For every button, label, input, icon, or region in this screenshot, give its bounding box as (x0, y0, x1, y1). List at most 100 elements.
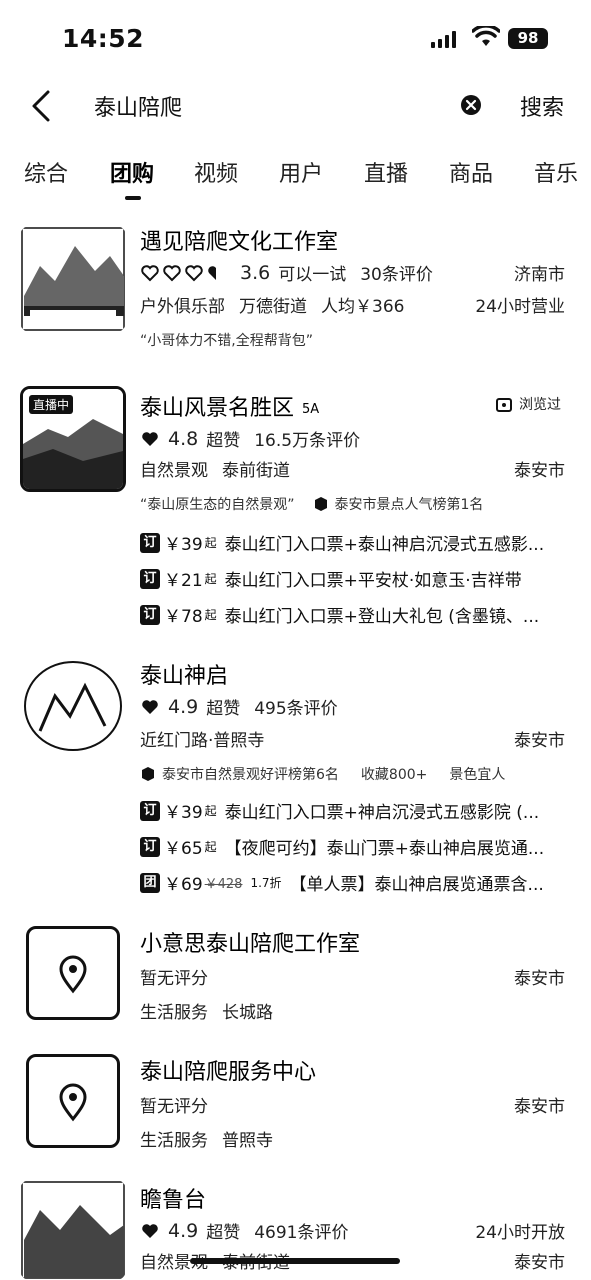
rating-row: 4.9 超赞 495条评价 (140, 694, 565, 719)
deal-original-price: ￥428 (204, 877, 243, 892)
info-row: 户外俱乐部 万德街道 人均￥366 24小时营业 (140, 292, 565, 317)
tab-video[interactable]: 视频 (194, 156, 238, 188)
result-title: 泰山神启 (140, 664, 229, 689)
deal-row[interactable]: 订 ￥65 起 【夜爬可约】泰山门票+泰山神启展览通... (140, 834, 570, 859)
result-thumbnail (26, 926, 120, 1020)
category: 生活服务 (140, 1131, 208, 1151)
result-thumbnail: 直播中 (20, 386, 126, 492)
deal-badge: 团 (140, 872, 160, 893)
tab-group-buy[interactable]: 团购 (110, 156, 154, 188)
live-badge: 直播中 (29, 395, 74, 414)
deal-price: ￥65 (164, 839, 203, 859)
home-indicator[interactable] (190, 1258, 400, 1264)
back-icon[interactable] (28, 88, 56, 124)
rating-score: 4.9 (168, 1219, 199, 1242)
street: 万德街道 (239, 297, 307, 317)
city: 泰安市 (514, 969, 565, 989)
result-thumbnail (20, 1180, 126, 1280)
location: 近红门路·普照寺 (140, 731, 265, 751)
review-quote: “泰山原生态的自然景观” 泰安市景点人气榜第1名 (140, 494, 483, 514)
deal-price: ￥78 (164, 607, 203, 627)
review-quote: “小哥体力不错,全程帮背包” (140, 330, 313, 350)
rating-score: 4.9 (168, 695, 199, 718)
city: 泰安市 (514, 1097, 565, 1117)
result-thumbnail (20, 226, 126, 332)
result-title: 瞻鲁台 (140, 1188, 207, 1213)
deal-row[interactable]: 订 ￥78 起 泰山红门入口票+登山大礼包 (含墨镜、... (140, 602, 570, 627)
favorites: 收藏800+ (360, 767, 428, 783)
tab-music[interactable]: 音乐 (534, 156, 578, 188)
info-row: 近红门路·普照寺 泰安市 (140, 726, 565, 751)
tab-user[interactable]: 用户 (279, 156, 323, 188)
info-row: 生活服务 长城路 (140, 998, 565, 1023)
rank-icon (314, 497, 327, 511)
rating-row: 3.6 可以一试 30条评价 济南市 (140, 260, 565, 285)
rating-text: 超赞 (206, 699, 241, 719)
rating-heart-icon (142, 431, 158, 446)
review-count: 30条评价 (360, 265, 433, 285)
rank-icon (142, 767, 154, 781)
category: 自然景观 (140, 461, 208, 481)
city: 泰安市 (514, 461, 565, 481)
deal-price: ￥39 (164, 803, 203, 823)
street: 泰前街道 (222, 461, 290, 481)
review-count: 495条评价 (254, 699, 338, 719)
info-row: 生活服务 普照寺 (140, 1126, 565, 1151)
rating-row: 4.9 超赞 4691条评价 24小时开放 (140, 1218, 565, 1243)
battery-icon: 98 (508, 28, 548, 49)
street: 普照寺 (222, 1131, 273, 1151)
logo-image (24, 661, 122, 751)
rating-none: 暂无评分 (140, 1097, 208, 1117)
street: 长城路 (222, 1003, 273, 1023)
rank-badge: 泰安市自然景观好评榜第6名 (140, 764, 339, 784)
result-thumbnail (20, 656, 126, 762)
category: 生活服务 (140, 1003, 208, 1023)
rating-row: 暂无评分 泰安市 (140, 1092, 565, 1117)
tag: 景色宜人 (449, 767, 506, 783)
city: 济南市 (514, 265, 565, 285)
result-title-text: 泰山风景名胜区 (140, 396, 295, 421)
deal-row[interactable]: 订 ￥39 起 泰山红门入口票+神启沉浸式五感影院 (... (140, 798, 570, 823)
rating-row: 暂无评分 泰安市 (140, 964, 565, 989)
tab-comprehensive[interactable]: 综合 (24, 156, 68, 188)
clear-icon[interactable] (460, 94, 482, 116)
avg-price: 人均￥366 (321, 297, 405, 317)
info-row: 自然景观 泰前街道 泰安市 (140, 456, 565, 481)
search-button[interactable]: 搜索 (520, 90, 564, 122)
rank-row: 泰安市自然景观好评榜第6名 收藏800+ 景色宜人 (140, 764, 505, 784)
active-tab-indicator (125, 196, 141, 200)
mountain-photo (21, 227, 125, 331)
tab-goods[interactable]: 商品 (449, 156, 493, 188)
mountain-photo (21, 1181, 125, 1279)
deal-text: 【单人票】泰山神启展览通票含... (289, 875, 544, 895)
rating-text: 超赞 (206, 1223, 241, 1243)
history-icon (496, 398, 512, 412)
deal-row[interactable]: 订 ￥39 起 泰山红门入口票+泰山神启沉浸式五感影... (140, 530, 570, 555)
deal-from: 起 (204, 804, 217, 818)
deal-text: 泰山红门入口票+登山大礼包 (含墨镜、... (224, 607, 540, 627)
deal-row[interactable]: 团 ￥69 ￥428 1.7折 【单人票】泰山神启展览通票含... (140, 870, 570, 895)
deal-from: 起 (204, 572, 217, 586)
search-input[interactable]: 泰山陪爬 (94, 90, 182, 122)
result-thumbnail (26, 1054, 120, 1148)
search-header: 泰山陪爬 搜索 (0, 80, 591, 132)
rating-score: 4.8 (168, 427, 199, 450)
rating-hearts-icon (140, 263, 226, 283)
status-bar: 14:52 98 (0, 0, 591, 72)
city: 泰安市 (514, 1253, 565, 1273)
wifi-icon (472, 26, 500, 46)
viewed-label: 浏览过 (495, 394, 561, 414)
rank-text: 泰安市自然景观好评榜第6名 (162, 767, 339, 783)
tab-live[interactable]: 直播 (364, 156, 408, 188)
deal-badge: 订 (140, 604, 160, 625)
level-tag: 5A (302, 401, 320, 417)
status-time: 14:52 (62, 24, 145, 53)
deal-text: 泰山红门入口票+泰山神启沉浸式五感影... (224, 535, 545, 555)
deal-from: 起 (204, 536, 217, 550)
rating-row: 4.8 超赞 16.5万条评价 (140, 426, 565, 451)
deal-price: ￥69 (164, 875, 203, 895)
deal-row[interactable]: 订 ￥21 起 泰山红门入口票+平安杖·如意玉·吉祥带 (140, 566, 570, 591)
category: 户外俱乐部 (140, 297, 225, 317)
result-title: 泰山风景名胜区 5A (140, 390, 319, 422)
quote-text: “小哥体力不错,全程帮背包” (140, 333, 313, 349)
